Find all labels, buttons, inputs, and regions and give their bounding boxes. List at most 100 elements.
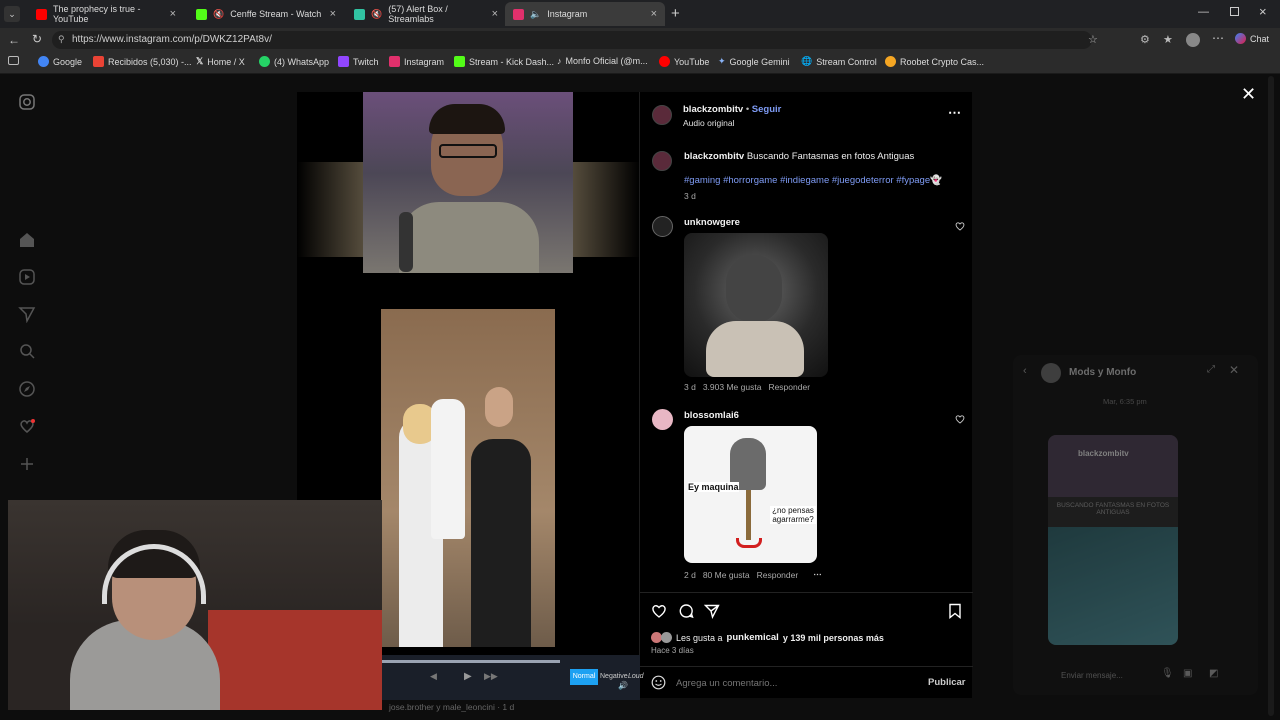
profile-avatar[interactable] bbox=[1186, 33, 1200, 47]
group-avatar[interactable] bbox=[1041, 363, 1061, 383]
close-post-button[interactable]: ✕ bbox=[1241, 84, 1256, 105]
share-icon[interactable] bbox=[704, 603, 720, 619]
more-options-icon[interactable]: ⋯ bbox=[948, 105, 961, 121]
close-icon[interactable]: × bbox=[170, 8, 176, 20]
page-scrollbar[interactable] bbox=[1268, 76, 1274, 716]
likes-user[interactable]: punkemical bbox=[727, 632, 779, 643]
emoji-icon[interactable] bbox=[651, 675, 666, 690]
comment-icon[interactable] bbox=[678, 603, 694, 619]
caption-hashtags[interactable]: #gaming #horrorgame #indiegame #juegodet… bbox=[684, 175, 969, 186]
bookmark-google[interactable]: Google bbox=[38, 56, 82, 67]
favorites-icon[interactable]: ★ bbox=[1163, 33, 1173, 46]
preview-username: blackzombitv bbox=[1078, 449, 1129, 458]
tab-instagram[interactable]: 🔈 Instagram × bbox=[505, 2, 665, 26]
save-bookmark-icon[interactable] bbox=[948, 603, 962, 619]
sidebar-toggle-icon[interactable] bbox=[8, 56, 19, 65]
sticker-text-top: Ey maquina bbox=[688, 482, 739, 492]
url-field[interactable]: ⚲ https://www.instagram.com/p/DWKZ12PAt8… bbox=[52, 31, 1092, 49]
mic-icon[interactable]: 🎙 bbox=[1161, 668, 1174, 679]
audio-label[interactable]: Audio original bbox=[683, 118, 735, 128]
action-bar bbox=[640, 592, 973, 593]
image-icon[interactable]: ▣ bbox=[1183, 668, 1192, 679]
like-comment-heart-icon[interactable] bbox=[955, 221, 965, 231]
bookmark-kick[interactable]: Stream - Kick Dash... bbox=[454, 56, 554, 67]
bookmark-stream-control[interactable]: 🌐 Stream Control bbox=[801, 56, 877, 67]
comment-image[interactable] bbox=[684, 233, 828, 377]
chat-title[interactable]: Mods y Monfo bbox=[1069, 367, 1136, 378]
tab-streamlabs[interactable]: 🔇 (57) Alert Box / Streamlabs × bbox=[346, 2, 506, 26]
chevron-left-icon[interactable]: ‹ bbox=[1023, 365, 1027, 377]
maximize-button[interactable] bbox=[1230, 7, 1239, 16]
instagram-logo-icon[interactable] bbox=[18, 93, 36, 111]
likes-rest[interactable]: y 139 mil personas más bbox=[783, 633, 884, 643]
close-window-button[interactable]: × bbox=[1259, 4, 1267, 19]
next-icon[interactable]: ▶▶ bbox=[484, 671, 498, 682]
comment-sticker[interactable]: Ey maquina ¿no pensas agarrarme? bbox=[684, 426, 817, 563]
bookmark-twitch[interactable]: Twitch bbox=[338, 56, 379, 67]
bookmark-gemini[interactable]: ✦ Google Gemini bbox=[718, 56, 790, 67]
expand-icon[interactable]: ⤢ bbox=[1207, 364, 1215, 375]
create-icon[interactable] bbox=[18, 455, 36, 473]
author-avatar[interactable] bbox=[652, 105, 672, 125]
author-username[interactable]: blackzombitv bbox=[683, 104, 743, 115]
comment-likes[interactable]: 80 Me gusta bbox=[703, 570, 750, 580]
tab-kick[interactable]: 🔇 Cenffe Stream - Watch Live o × bbox=[188, 2, 344, 26]
comment-options-icon[interactable]: ⋯ bbox=[813, 569, 822, 580]
commenter-avatar[interactable] bbox=[652, 409, 673, 430]
direct-messages-icon[interactable] bbox=[18, 305, 36, 323]
shared-post-preview[interactable]: blackzombitv BUSCANDO FANTASMAS EN FOTOS… bbox=[1048, 435, 1178, 645]
bookmark-whatsapp[interactable]: (4) WhatsApp bbox=[259, 56, 329, 67]
bookmark-instagram[interactable]: Instagram bbox=[389, 56, 444, 67]
reels-icon[interactable] bbox=[18, 268, 36, 286]
close-icon[interactable]: × bbox=[330, 8, 336, 20]
bookmark-x[interactable]: 𝕏 Home / X bbox=[196, 56, 245, 67]
mode-loud[interactable]: Loud bbox=[628, 669, 644, 680]
reply-button[interactable]: Responder bbox=[768, 382, 810, 392]
sticker-icon[interactable]: ◩ bbox=[1209, 668, 1218, 679]
new-tab-button[interactable]: + bbox=[671, 5, 680, 22]
caption-username[interactable]: blackzombitv bbox=[684, 151, 744, 162]
site-info-icon[interactable]: ⚲ bbox=[58, 34, 65, 45]
play-icon[interactable]: ▶ bbox=[464, 671, 472, 682]
explore-icon[interactable] bbox=[18, 380, 36, 398]
bookmark-gmail[interactable]: Recibidos (5,030) -... bbox=[93, 56, 192, 67]
close-icon[interactable]: × bbox=[651, 8, 657, 20]
publish-button[interactable]: Publicar bbox=[928, 677, 966, 688]
notifications-heart-icon[interactable] bbox=[18, 417, 36, 435]
bookmark-youtube[interactable]: YouTube bbox=[659, 56, 709, 67]
comment-likes[interactable]: 3.903 Me gusta bbox=[703, 382, 762, 392]
close-icon[interactable]: ✕ bbox=[1229, 363, 1239, 377]
commenter-avatar[interactable] bbox=[652, 216, 673, 237]
progress-track[interactable] bbox=[382, 660, 560, 663]
prev-icon[interactable]: ◀ bbox=[430, 671, 437, 682]
reply-button[interactable]: Responder bbox=[757, 570, 799, 580]
author-avatar[interactable] bbox=[652, 151, 672, 171]
bookmark-tiktok[interactable]: ♪ Monfo Oficial (@m... bbox=[557, 56, 648, 66]
volume-icon[interactable]: 🔊 bbox=[618, 681, 628, 690]
comment-username[interactable]: unknowgere bbox=[684, 217, 740, 228]
search-icon[interactable] bbox=[18, 342, 36, 360]
chat-button[interactable]: Chat bbox=[1235, 33, 1269, 44]
home-icon[interactable] bbox=[18, 231, 36, 249]
back-icon[interactable]: ← bbox=[8, 33, 20, 47]
mode-negative[interactable]: Negative bbox=[600, 669, 628, 680]
close-icon[interactable]: × bbox=[492, 8, 498, 20]
post-date[interactable]: Hace 3 días bbox=[651, 646, 694, 655]
mode-normal[interactable]: Normal bbox=[570, 669, 598, 685]
caption-age: 3 d bbox=[684, 191, 696, 201]
like-post-heart-icon[interactable] bbox=[651, 603, 667, 619]
follow-button[interactable]: Seguir bbox=[752, 104, 782, 115]
like-comment-heart-icon[interactable] bbox=[955, 414, 965, 424]
star-icon[interactable]: ☆ bbox=[1088, 33, 1098, 46]
chat-input[interactable]: Enviar mensaje... bbox=[1061, 671, 1123, 680]
menu-icon[interactable]: ⋯ bbox=[1212, 31, 1224, 45]
tab-list-chevron-icon[interactable]: ⌄ bbox=[4, 6, 20, 22]
minimize-button[interactable]: — bbox=[1198, 6, 1209, 18]
bookmark-roobet[interactable]: Roobet Crypto Cas... bbox=[885, 56, 984, 67]
extensions-icon[interactable]: ⚙ bbox=[1140, 33, 1150, 46]
sticker-text-bottom: ¿no pensas agarrarme? bbox=[770, 506, 816, 524]
tab-youtube[interactable]: The prophecy is true - YouTube × bbox=[28, 2, 184, 26]
reload-icon[interactable]: ↻ bbox=[32, 32, 42, 46]
comment-username[interactable]: blossomlai6 bbox=[684, 410, 739, 421]
comment-input[interactable] bbox=[676, 675, 916, 691]
